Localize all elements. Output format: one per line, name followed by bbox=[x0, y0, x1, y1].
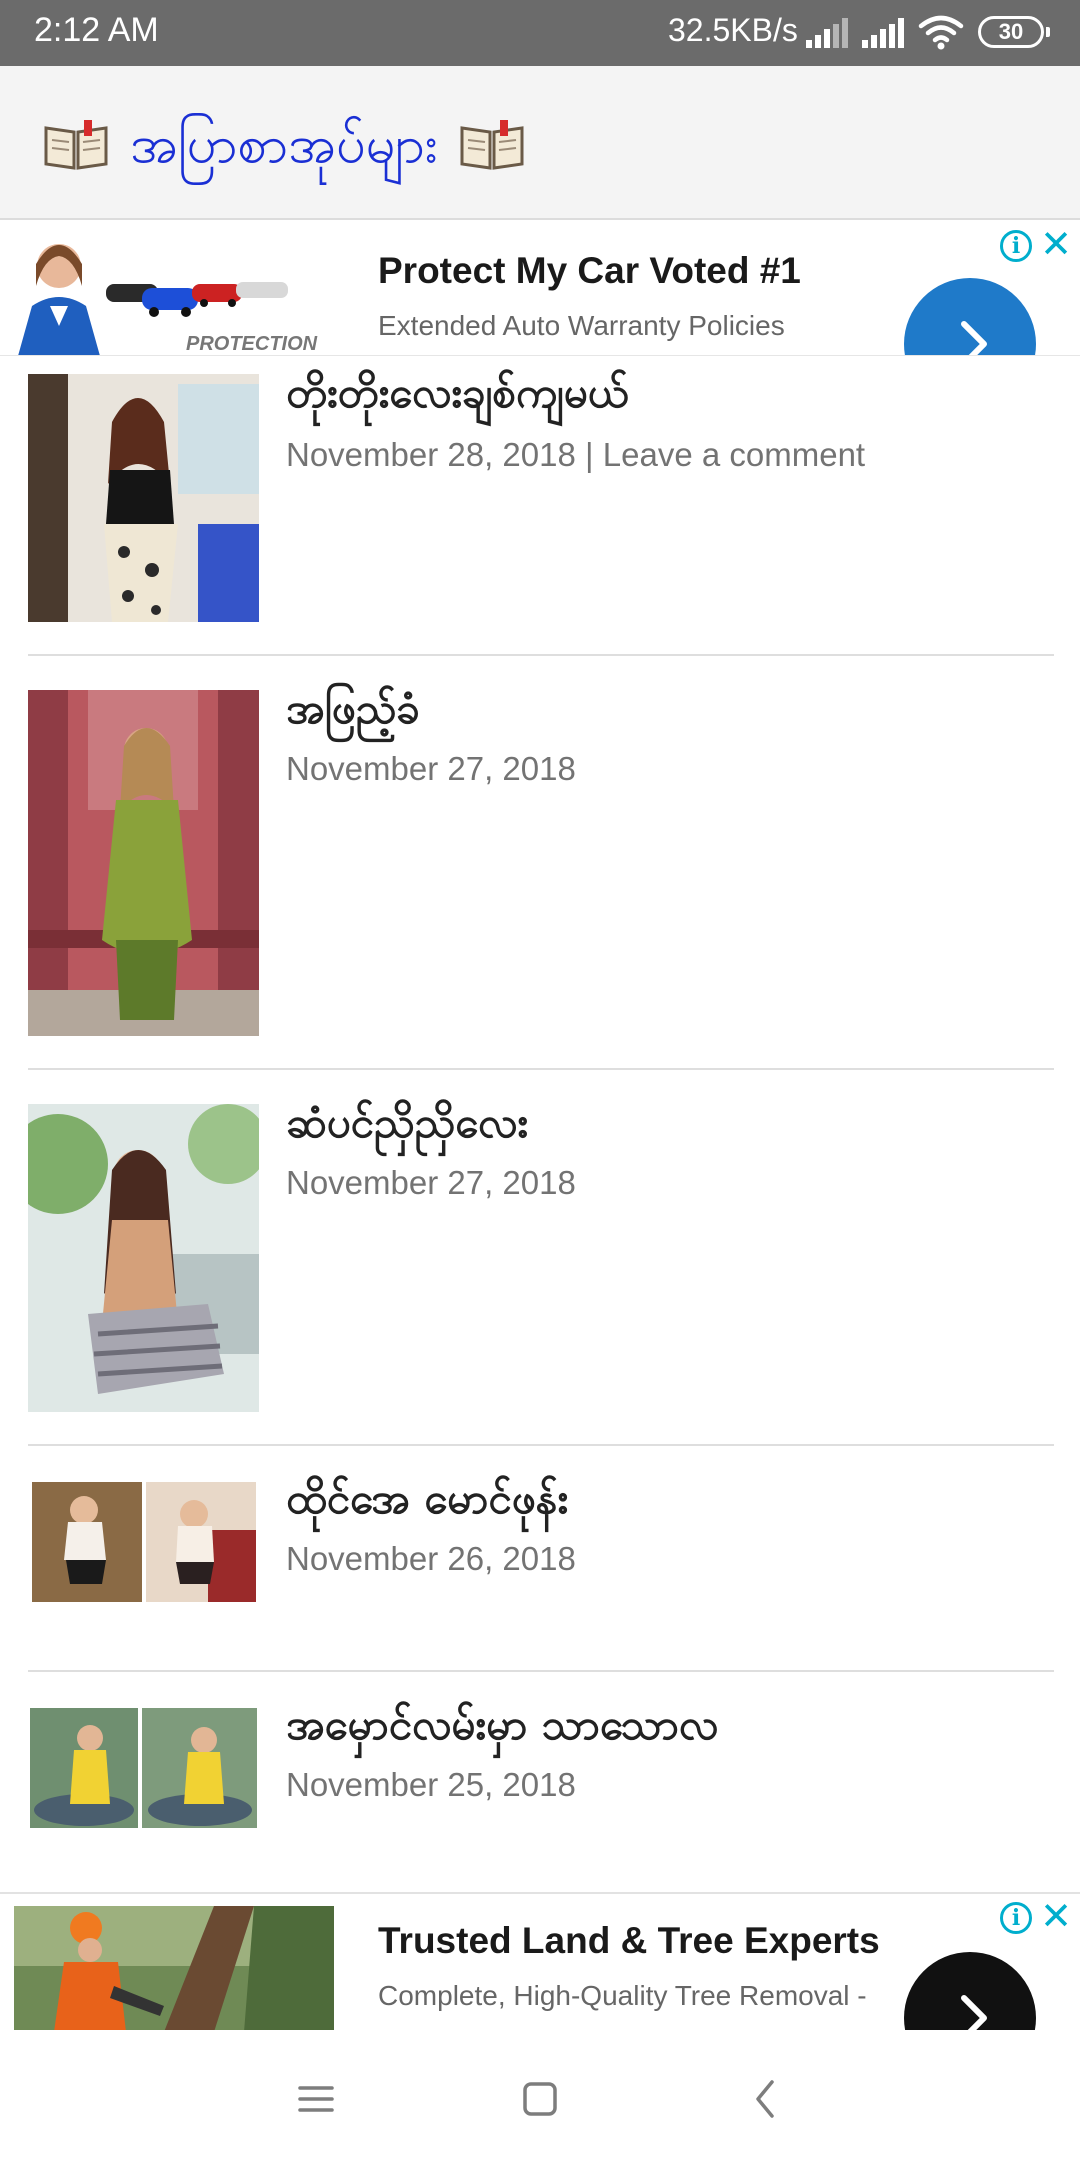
system-nav-bar bbox=[0, 2030, 1080, 2160]
divider bbox=[28, 1068, 1054, 1070]
post-thumbnail[interactable] bbox=[28, 374, 259, 622]
post-title[interactable]: တိုးတိုးလေးချစ်ကျမယ် bbox=[286, 366, 628, 428]
ad-title[interactable]: Trusted Land & Tree Experts bbox=[378, 1920, 880, 1962]
divider bbox=[28, 1670, 1054, 1672]
post-thumbnail[interactable] bbox=[28, 690, 259, 1036]
ad-banner-top[interactable]: PROTECTION Protect My Car Voted #1 Exten… bbox=[0, 222, 1080, 356]
battery-level: 30 bbox=[998, 19, 1024, 44]
signal-icon bbox=[862, 18, 906, 48]
chevron-right-icon bbox=[961, 321, 987, 355]
post-date[interactable]: November 26, 2018 bbox=[286, 1540, 576, 1578]
close-icon[interactable]: ✕ bbox=[1038, 224, 1074, 264]
post-item[interactable]: ဆံပင်ညှိညှိလေး November 27, 2018 bbox=[28, 1098, 1054, 1412]
home-square-icon[interactable] bbox=[510, 2074, 570, 2124]
post-item[interactable]: အဖြည့်ခံ November 27, 2018 bbox=[28, 684, 1054, 1036]
site-title: အပြာစာအုပ်များ bbox=[130, 115, 439, 175]
post-meta: November 28, 2018 | Leave a comment bbox=[286, 436, 865, 474]
menu-icon[interactable] bbox=[286, 2074, 346, 2124]
ad-title[interactable]: Protect My Car Voted #1 bbox=[378, 250, 801, 292]
post-item[interactable]: တိုးတိုးလေးချစ်ကျမယ် November 28, 2018 |… bbox=[28, 368, 1054, 622]
ad-go-button[interactable] bbox=[904, 1952, 1036, 2030]
ad-image[interactable] bbox=[14, 1906, 334, 2030]
post-thumbnail[interactable] bbox=[28, 1104, 259, 1412]
open-book-icon bbox=[460, 120, 524, 170]
meta-separator: | bbox=[575, 436, 603, 473]
open-book-icon bbox=[44, 120, 108, 170]
info-icon[interactable]: i bbox=[1000, 1902, 1032, 1934]
post-item[interactable]: ထိုင်အေ မောင်ဖုန်း November 26, 2018 bbox=[28, 1474, 1054, 1604]
ad-banner-bottom[interactable]: Trusted Land & Tree Experts Complete, Hi… bbox=[0, 1892, 1080, 2030]
post-date[interactable]: November 27, 2018 bbox=[286, 750, 576, 788]
wifi-icon bbox=[918, 15, 964, 50]
post-title[interactable]: ထိုင်အေ မောင်ဖုန်း bbox=[286, 1472, 568, 1534]
post-thumbnail[interactable] bbox=[28, 1480, 259, 1604]
post-thumbnail[interactable] bbox=[28, 1706, 259, 1830]
divider bbox=[28, 654, 1054, 656]
ad-go-button[interactable] bbox=[904, 278, 1036, 355]
status-time: 2:12 AM bbox=[34, 11, 159, 49]
post-title[interactable]: အမှောင်လမ်းမှာ သာသောလ bbox=[286, 1698, 718, 1760]
network-speed: 32.5KB/s bbox=[668, 12, 798, 48]
post-date[interactable]: November 25, 2018 bbox=[286, 1766, 576, 1804]
ad-image[interactable]: PROTECTION bbox=[14, 228, 334, 355]
close-icon[interactable]: ✕ bbox=[1038, 1896, 1074, 1936]
comment-link[interactable]: Leave a comment bbox=[603, 436, 865, 473]
post-date[interactable]: November 28, 2018 bbox=[286, 436, 576, 473]
back-chevron-icon[interactable] bbox=[736, 2074, 796, 2124]
status-bar: 2:12 AM 32.5KB/s 30 bbox=[0, 0, 1080, 66]
signal-icon bbox=[806, 18, 850, 48]
divider bbox=[28, 1444, 1054, 1446]
screen: 2:12 AM 32.5KB/s 30 အပြာစာအုပ်များ PROTE… bbox=[0, 0, 1080, 2160]
ad-subtitle[interactable]: Complete, High-Quality Tree Removal - bbox=[378, 1980, 867, 2012]
battery-icon: 30 bbox=[978, 16, 1050, 48]
post-title[interactable]: အဖြည့်ခံ bbox=[286, 682, 420, 744]
site-title-link[interactable]: အပြာစာအုပ်များ bbox=[44, 110, 524, 180]
info-icon[interactable]: i bbox=[1000, 230, 1032, 262]
ad-image-caption: PROTECTION bbox=[186, 333, 318, 355]
post-title[interactable]: ဆံပင်ညှိညှိလေး bbox=[286, 1096, 528, 1158]
ad-subtitle[interactable]: Extended Auto Warranty Policies bbox=[378, 310, 785, 342]
chevron-right-icon bbox=[961, 1995, 987, 2030]
post-date[interactable]: November 27, 2018 bbox=[286, 1164, 576, 1202]
site-header: အပြာစာအုပ်များ bbox=[0, 66, 1080, 220]
post-item[interactable]: အမှောင်လမ်းမှာ သာသောလ November 25, 2018 bbox=[28, 1700, 1054, 1830]
